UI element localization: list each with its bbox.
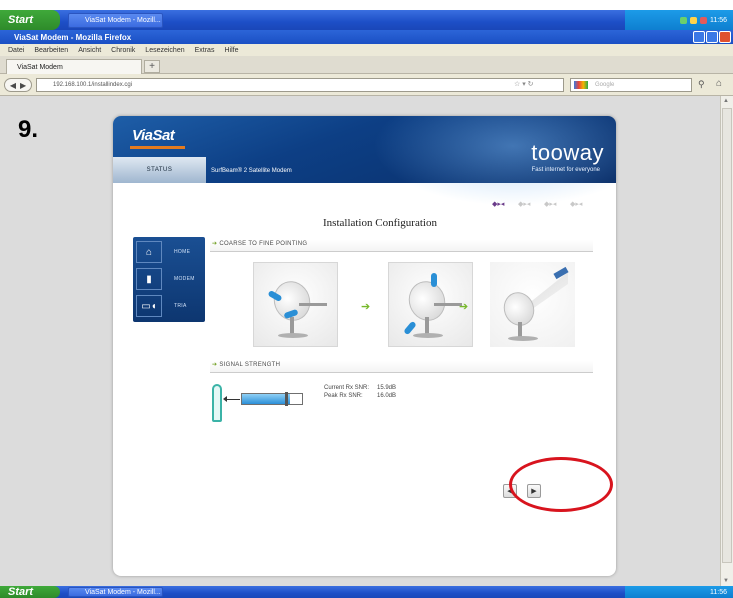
navigation-bar: ◀ ▶ 192.168.100.1/installindex.cgi ☆ ▾ ↻… [0, 74, 733, 96]
vertical-scrollbar[interactable]: ▲ ▼ [720, 96, 733, 586]
home-icon: ⌂ [136, 241, 162, 263]
maximize-button[interactable] [706, 31, 718, 43]
clock: 11:56 [710, 16, 727, 24]
alert-icon[interactable] [700, 16, 707, 24]
start-button[interactable]: Start [0, 10, 60, 30]
progress-step-icon: ◆▸◂ [492, 201, 505, 208]
signal-peak-marker [285, 392, 288, 406]
window-title: ViaSat Modem - Mozilla Firefox [14, 32, 132, 42]
signal-strength-fill [242, 394, 290, 404]
back-arrow-icon[interactable]: ◀ [10, 81, 16, 90]
system-tray: 11:56 [625, 10, 733, 30]
menu-bookmarks[interactable]: Lesezeichen [145, 47, 184, 54]
menu-help[interactable]: Hilfe [224, 47, 238, 54]
search-engine-icon[interactable] [574, 81, 588, 89]
illustration-step-3 [490, 262, 575, 347]
menu-history[interactable]: Chronik [111, 47, 135, 54]
nav-item-modem[interactable]: ▮ MODEM [133, 266, 205, 292]
peak-snr: Peak Rx SNR: 16.0dB [324, 393, 397, 399]
progress-indicator: ◆▸◂ ◆▸◂ ◆▸◂ ◆▸◂ [492, 200, 590, 212]
progress-step-icon: ◆▸◂ [518, 201, 531, 208]
logo-underline [130, 146, 185, 149]
nav-item-tria[interactable]: ▭◖ TRIA [133, 293, 205, 319]
progress-step-icon: ◆▸◂ [570, 201, 583, 208]
scroll-down-icon[interactable]: ▼ [723, 578, 729, 584]
signal-strength-bar [241, 393, 303, 405]
taskbar-item-firefox[interactable]: ViaSat Modem - Mozill... [68, 587, 163, 597]
signal-gauge-icon [212, 384, 222, 422]
menu-view[interactable]: Ansicht [78, 47, 101, 54]
close-button[interactable] [719, 31, 731, 43]
security-icon[interactable] [690, 16, 697, 24]
modem-icon: ▮ [136, 268, 162, 290]
nav-item-home[interactable]: ⌂ HOME [133, 239, 205, 265]
minimize-button[interactable] [693, 31, 705, 43]
menu-bar: Datei Bearbeiten Ansicht Chronik Lesezei… [0, 44, 733, 56]
search-input[interactable]: Google [570, 78, 692, 92]
taskbar-item-firefox[interactable]: ViaSat Modem - Mozill... [68, 12, 163, 28]
current-snr: Current Rx SNR: 15.9dB [324, 385, 397, 391]
start-button[interactable]: Start [0, 586, 60, 598]
section-signal-header: ➔ SIGNAL STRENGTH [210, 361, 593, 373]
viasat-logo: ViaSat [132, 127, 175, 144]
tab-status[interactable]: STATUS [113, 157, 206, 183]
tagline: Fast internet for everyone [531, 167, 600, 173]
arrow-right-icon: ➔ [212, 362, 218, 368]
forward-arrow-icon[interactable]: ▶ [20, 81, 26, 90]
top-strip [0, 0, 733, 10]
arrow-right-icon: ➔ [212, 241, 218, 247]
menu-tools[interactable]: Extras [195, 47, 215, 54]
url-input[interactable]: 192.168.100.1/installindex.cgi [36, 78, 564, 92]
model-name: SurfBeam® 2 Satellite Modem [211, 168, 292, 174]
search-icon[interactable]: ⚲ [698, 79, 705, 90]
banner: ViaSat tooway Fast internet for everyone… [113, 116, 616, 206]
window-titlebar: ViaSat Modem - Mozilla Firefox [0, 30, 733, 44]
menu-edit[interactable]: Bearbeiten [34, 47, 68, 54]
menu-file[interactable]: Datei [8, 47, 24, 54]
clock: 11:56 [710, 588, 727, 596]
arrow-right-icon: ➔ [459, 301, 469, 313]
highlight-annotation [509, 457, 613, 512]
back-forward-buttons[interactable]: ◀ ▶ [4, 78, 32, 92]
scroll-up-icon[interactable]: ▲ [723, 98, 729, 104]
new-tab-button[interactable]: + [144, 60, 160, 73]
scroll-thumb[interactable] [722, 108, 732, 563]
progress-step-icon: ◆▸◂ [544, 201, 557, 208]
taskbar-top: Start ViaSat Modem - Mozill... 11:56 [0, 10, 733, 30]
illustration-step-1 [253, 262, 338, 347]
taskbar-bottom: Start ViaSat Modem - Mozill... 11:56 [0, 586, 733, 598]
page-title: Installation Configuration [323, 217, 437, 229]
gauge-pointer-icon [223, 396, 240, 402]
arrow-right-icon: ➔ [361, 301, 371, 313]
tab-viasat-modem[interactable]: ViaSat Modem [6, 59, 142, 74]
system-tray: 11:56 [625, 586, 733, 598]
step-number: 9. [18, 116, 39, 143]
reload-icon[interactable]: ☆ ▾ ↻ [514, 80, 534, 88]
section-pointing-header: ➔ COARSE TO FINE POINTING [210, 240, 593, 252]
tria-icon: ▭◖ [136, 295, 162, 317]
tooway-logo: tooway [531, 140, 604, 165]
tab-bar: ViaSat Modem + [0, 56, 733, 74]
side-navigation: ⌂ HOME ▮ MODEM ▭◖ TRIA [133, 237, 205, 322]
network-icon[interactable] [680, 16, 687, 24]
home-icon[interactable]: ⌂ [712, 78, 726, 92]
